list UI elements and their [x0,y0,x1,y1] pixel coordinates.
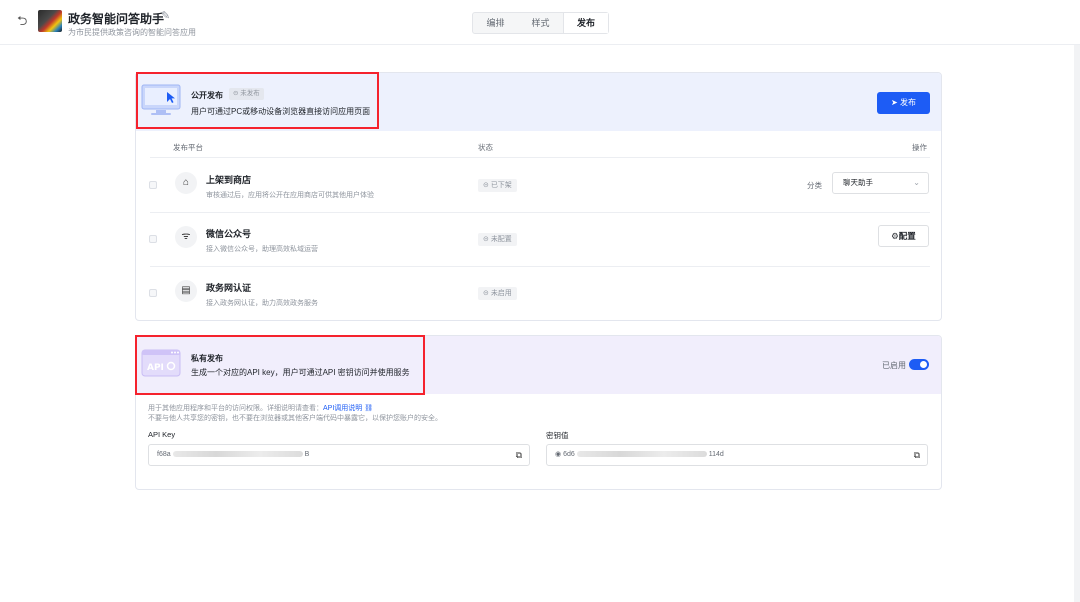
tab-group: 编排 样式 发布 [472,12,609,34]
app-logo [38,10,62,32]
api-doc-link[interactable]: API调用说明 [323,405,362,412]
tab-publish[interactable]: 发布 [563,13,608,33]
status-tag-text: 未配置 [490,236,512,243]
tab-orchestrate[interactable]: 编排 [473,13,518,33]
masked-value [576,451,707,458]
platform-row-store: ⌂ 上架到商店 审核通过后，应用将公开在应用商店可供其他用户体验 ⊝ 已下架 分… [149,159,930,213]
eye-icon[interactable]: ◉ [555,451,561,458]
highlight-box [135,335,425,395]
status-tag: ⊝ 未启用 [478,287,517,300]
row-desc: 接入微信公众号，助理高效私域运营 [206,246,318,253]
row-checkbox[interactable] [149,235,157,243]
row-title: 政务网认证 [206,283,252,293]
platform-row-gov: ▤ 政务网认证 接入政务网认证，助力高效政务服务 ⊝ 未启用 [149,267,930,320]
config-button-label: 配置 [898,231,916,241]
enable-toggle[interactable] [909,359,929,370]
id-card-icon: ▤ [175,280,197,302]
row-title: 微信公众号 [206,229,252,239]
row-checkbox[interactable] [149,181,157,189]
column-platform: 发布平台 [173,143,203,152]
send-icon: ➤ [891,98,898,107]
column-action: 操作 [912,143,927,152]
status-tag-text: 未启用 [490,290,512,297]
publish-button-label: 发布 [899,98,916,107]
category-value: 聊天助手 [843,178,873,187]
divider [150,157,930,158]
info-text: 用于其他应用程序和平台的访问权限。详细说明请查看：API调用说明 ⛓ [148,403,373,413]
api-key-prefix: f68a [157,451,171,458]
secret-label: 密钥值 [546,431,569,440]
masked-value [172,451,303,458]
store-icon: ⌂ [175,172,197,194]
highlight-box [136,72,379,129]
app-subtitle: 为市民提供政策咨询的智能问答应用 [68,28,196,37]
undo-arrow-icon[interactable]: ⮌ [17,14,31,28]
top-bar: ⮌ 政务智能问答助手 ✎ 为市民提供政策咨询的智能问答应用 编排 样式 发布 [0,0,1080,45]
config-button[interactable]: ⚙配置 [878,225,929,247]
row-desc: 接入政务网认证，助力高效政务服务 [206,300,318,307]
category-label: 分类 [807,181,822,190]
publish-button[interactable]: ➤ 发布 [877,92,930,114]
wechat-icon: ᯤ [175,226,197,248]
row-desc: 审核通过后，应用将公开在应用商店可供其他用户体验 [206,192,374,199]
platform-row-wechat: ᯤ 微信公众号 接入微信公众号，助理高效私域运营 ⊝ 未配置 ⚙配置 [149,213,930,267]
category-select[interactable]: 聊天助手 ⌄ [832,172,929,194]
secret-suffix: 114d [708,451,724,458]
tab-style[interactable]: 样式 [518,13,563,33]
toggle-label: 已启用 [882,361,906,370]
scrollbar[interactable] [1074,45,1080,602]
row-checkbox[interactable] [149,289,157,297]
copy-icon[interactable]: ⧉ [914,445,920,465]
status-tag: ⊝ 已下架 [478,179,517,192]
api-key-suffix: B [304,451,310,458]
app-title: 政务智能问答助手 [68,12,165,26]
status-tag-text: 已下架 [490,182,512,189]
chevron-down-icon: ⌄ [913,178,920,187]
copy-icon[interactable]: ⧉ [516,445,522,465]
info-line-2: 不要与他人共享您的密钥，也不要在浏览器或其他客户端代码中暴露它，以保护您账户的安… [148,415,442,422]
api-key-label: API Key [148,430,176,439]
info-line-1: 用于其他应用程序和平台的访问权限。详细说明请查看： [148,405,323,412]
link-icon: ⛓ [364,405,374,412]
edit-icon[interactable]: ✎ [161,9,170,22]
column-status: 状态 [478,143,493,152]
gear-icon: ⚙ [891,231,899,241]
status-tag: ⊝ 未配置 [478,233,517,246]
api-key-field[interactable]: f68a B ⧉ [148,444,530,466]
secret-prefix: 6d6 [563,451,575,458]
secret-field[interactable]: ◉ 6d6 114d ⧉ [546,444,928,466]
row-title: 上架到商店 [206,175,252,185]
